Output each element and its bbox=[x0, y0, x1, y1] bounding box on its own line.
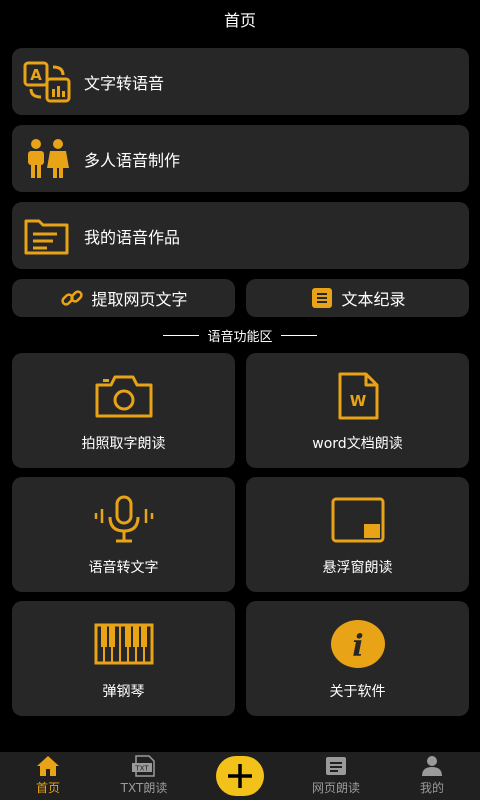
svg-text:A: A bbox=[30, 66, 42, 84]
plus-icon bbox=[228, 764, 252, 788]
add-button[interactable] bbox=[216, 756, 264, 796]
people-icon bbox=[22, 134, 72, 184]
word-read-label: word文档朗读 bbox=[312, 435, 403, 452]
tab-home-label: 首页 bbox=[35, 781, 60, 795]
voice-function-section-title: 语音功能区 bbox=[0, 325, 480, 345]
photo-read-label: 拍照取字朗读 bbox=[81, 435, 166, 452]
floating-window-card[interactable]: 悬浮窗朗读 bbox=[246, 477, 469, 592]
piano-label: 弹钢琴 bbox=[102, 683, 145, 700]
about-label: 关于软件 bbox=[329, 683, 386, 700]
extract-web-text-button[interactable]: 提取网页文字 bbox=[12, 279, 235, 317]
info-letter: i bbox=[352, 629, 363, 664]
extract-web-text-label: 提取网页文字 bbox=[91, 290, 188, 309]
text-record-button[interactable]: 文本纪录 bbox=[246, 279, 469, 317]
my-works-label: 我的语音作品 bbox=[84, 227, 181, 247]
header-bar: 首页 bbox=[0, 0, 480, 38]
link-icon bbox=[59, 285, 85, 311]
info-icon: i bbox=[326, 617, 390, 671]
multi-voice-card[interactable]: 多人语音制作 bbox=[12, 125, 469, 192]
piano-card[interactable]: 弹钢琴 bbox=[12, 601, 235, 716]
tab-web-read[interactable]: 网页朗读 bbox=[296, 752, 376, 800]
speech-to-text-card[interactable]: 语音转文字 bbox=[12, 477, 235, 592]
divider-right bbox=[280, 334, 317, 336]
camera-icon bbox=[92, 369, 156, 423]
tab-web-read-label: 网页朗读 bbox=[311, 781, 360, 795]
page-title: 首页 bbox=[223, 11, 256, 30]
photo-read-card[interactable]: 拍照取字朗读 bbox=[12, 353, 235, 468]
microphone-icon bbox=[92, 493, 156, 547]
section-title-text: 语音功能区 bbox=[207, 329, 273, 345]
tab-txt-read-label: TXT朗读 bbox=[120, 781, 168, 795]
floating-window-label: 悬浮窗朗读 bbox=[322, 559, 393, 576]
txt-file-icon: TXT bbox=[131, 754, 157, 778]
multi-voice-label: 多人语音制作 bbox=[84, 150, 181, 170]
word-document-icon: W bbox=[326, 369, 390, 423]
word-letter: W bbox=[349, 392, 366, 410]
home-icon bbox=[35, 754, 61, 778]
folder-icon bbox=[22, 211, 72, 261]
text-to-speech-icon: A bbox=[22, 57, 72, 107]
tab-mine[interactable]: 我的 bbox=[392, 752, 472, 800]
note-icon bbox=[309, 285, 335, 311]
speech-to-text-label: 语音转文字 bbox=[88, 559, 159, 576]
txt-badge: TXT bbox=[134, 765, 149, 773]
tab-txt-read[interactable]: TXT TXT朗读 bbox=[104, 752, 184, 800]
text-to-speech-label: 文字转语音 bbox=[84, 73, 165, 93]
my-works-card[interactable]: 我的语音作品 bbox=[12, 202, 469, 269]
tab-home[interactable]: 首页 bbox=[8, 752, 88, 800]
web-read-icon bbox=[323, 754, 349, 778]
user-icon bbox=[419, 754, 445, 778]
about-card[interactable]: i 关于软件 bbox=[246, 601, 469, 716]
tab-mine-label: 我的 bbox=[419, 781, 444, 795]
text-record-label: 文本纪录 bbox=[341, 290, 406, 309]
word-read-card[interactable]: W word文档朗读 bbox=[246, 353, 469, 468]
text-to-speech-card[interactable]: A 文字转语音 bbox=[12, 48, 469, 115]
divider-left bbox=[163, 334, 200, 336]
floating-window-icon bbox=[326, 493, 390, 547]
piano-icon bbox=[92, 617, 156, 671]
